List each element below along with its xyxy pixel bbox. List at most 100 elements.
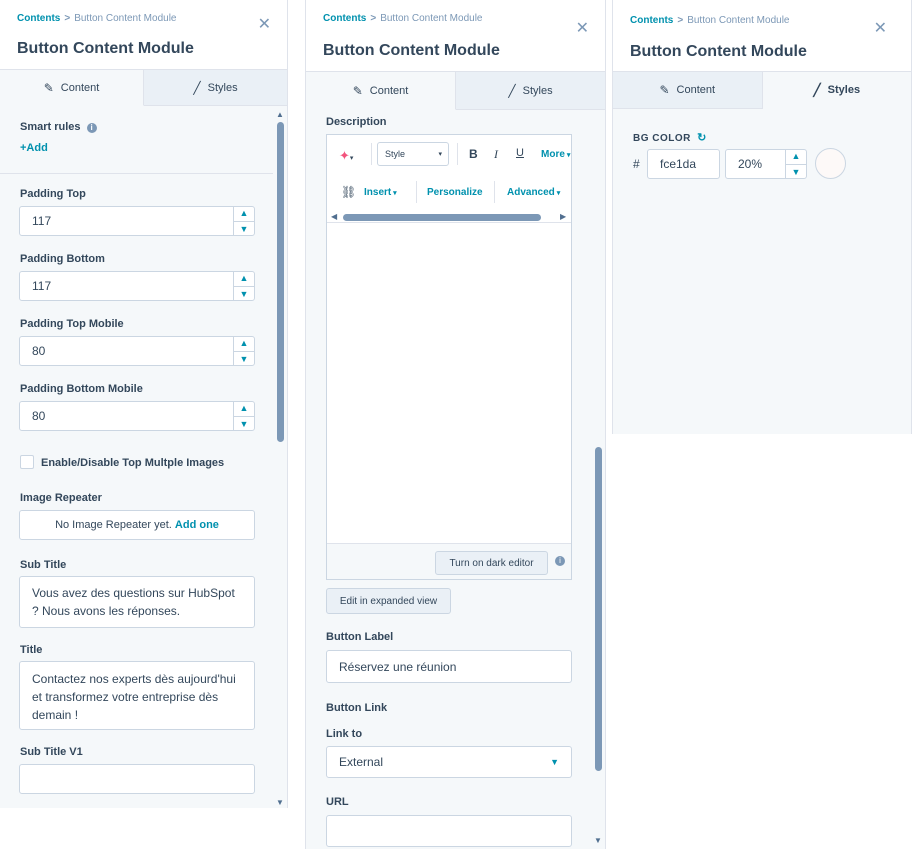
link-to-select[interactable]: External ▼ bbox=[326, 746, 572, 778]
editor-footer: Turn on dark editor i bbox=[327, 543, 571, 579]
chevron-up-icon[interactable]: ▲ bbox=[234, 401, 254, 416]
breadcrumb-contents-link[interactable]: Contents bbox=[17, 13, 60, 24]
scrollbar[interactable]: ▲ ▼ bbox=[275, 110, 284, 808]
chevron-down-icon[interactable]: ▼ bbox=[234, 415, 254, 432]
editor-body[interactable] bbox=[327, 223, 571, 543]
tab-content[interactable]: ✎ Content bbox=[613, 72, 763, 109]
image-repeater-box: No Image Repeater yet. Add one bbox=[19, 510, 255, 540]
top-multiple-images-checkbox[interactable] bbox=[20, 455, 34, 469]
content-panel: Contents > Button Content Module ✕ Button … bbox=[0, 0, 288, 808]
pencil-icon: ✎ bbox=[352, 83, 363, 98]
dark-editor-button[interactable]: Turn on dark editor bbox=[435, 551, 548, 575]
more-menu[interactable]: More ▾ bbox=[541, 149, 570, 160]
scroll-right-icon[interactable]: ▶ bbox=[560, 212, 566, 221]
tab-bar: ✎ Content ╱ Styles bbox=[0, 70, 287, 106]
scrollbar-thumb[interactable] bbox=[595, 447, 602, 771]
personalize-button[interactable]: Personalize bbox=[427, 187, 483, 198]
tab-content-label: Content bbox=[369, 84, 409, 97]
chevron-up-icon[interactable]: ▲ bbox=[234, 336, 254, 351]
tab-content[interactable]: ✎ Content bbox=[0, 70, 144, 106]
close-icon[interactable]: ✕ bbox=[874, 18, 887, 38]
brush-icon: ╱ bbox=[508, 83, 516, 98]
hash-symbol: # bbox=[633, 157, 640, 171]
button-link-label: Button Link bbox=[326, 702, 388, 714]
chevron-down-icon[interactable]: ▼ bbox=[786, 163, 806, 180]
advanced-menu[interactable]: Advanced ▾ bbox=[507, 187, 560, 198]
smart-rules-text: Smart rules bbox=[20, 121, 81, 133]
panel-header: Contents > Button Content Module ✕ Button … bbox=[306, 0, 605, 72]
tab-content[interactable]: ✎ Content bbox=[306, 72, 456, 110]
add-smart-rule-link[interactable]: +Add bbox=[20, 142, 48, 154]
padding-top-mobile-input[interactable]: 80 bbox=[19, 336, 255, 366]
color-swatch[interactable] bbox=[815, 148, 846, 179]
italic-button[interactable]: I bbox=[494, 147, 498, 162]
tab-styles[interactable]: ╱ Styles bbox=[144, 70, 287, 106]
pencil-icon: ✎ bbox=[659, 83, 670, 97]
breadcrumb: Contents > Button Content Module bbox=[630, 15, 789, 26]
caret-down-icon: ▾ bbox=[438, 151, 442, 158]
chevron-down-icon[interactable]: ▼ bbox=[234, 220, 254, 237]
insert-menu[interactable]: Insert ▾ bbox=[364, 187, 397, 198]
hex-color-input[interactable]: fce1da bbox=[647, 149, 720, 179]
sparkle-icon[interactable]: ✦▾ bbox=[339, 148, 353, 164]
link-to-value: External bbox=[339, 755, 384, 769]
info-icon[interactable]: i bbox=[86, 123, 97, 133]
breadcrumb-current: Button Content Module bbox=[687, 15, 790, 26]
breadcrumb: Contents > Button Content Module bbox=[17, 13, 176, 24]
chevron-up-icon[interactable]: ▲ bbox=[234, 206, 254, 221]
tab-styles-label: Styles bbox=[207, 81, 238, 94]
insert-menu-label: Insert bbox=[364, 187, 392, 198]
close-icon[interactable]: ✕ bbox=[258, 14, 271, 34]
expanded-view-button[interactable]: Edit in expanded view bbox=[326, 588, 451, 614]
add-one-link[interactable]: Add one bbox=[175, 519, 219, 531]
chevron-down-icon[interactable]: ▼ bbox=[234, 350, 254, 367]
caret-down-icon: ▼ bbox=[550, 757, 559, 767]
tab-styles-label: Styles bbox=[522, 84, 553, 97]
padding-bottom-input[interactable]: 117 bbox=[19, 271, 255, 301]
tab-styles[interactable]: ╱ Styles bbox=[456, 72, 605, 110]
url-input[interactable] bbox=[326, 815, 572, 847]
scroll-up-icon[interactable]: ▲ bbox=[276, 110, 284, 119]
breadcrumb-separator: > bbox=[370, 13, 377, 24]
style-dropdown[interactable]: Style ▾ bbox=[377, 142, 449, 166]
style-dropdown-value: Style bbox=[385, 149, 406, 159]
padding-bottom-mobile-label: Padding Bottom Mobile bbox=[20, 383, 143, 395]
breadcrumb-current: Button Content Module bbox=[380, 13, 483, 24]
breadcrumb-separator: > bbox=[64, 13, 71, 24]
sub-title-v1-input[interactable] bbox=[19, 764, 255, 794]
url-label: URL bbox=[326, 796, 349, 808]
info-icon[interactable]: i bbox=[555, 556, 565, 566]
underline-button[interactable]: U bbox=[516, 147, 524, 159]
refresh-icon[interactable]: ↻ bbox=[697, 132, 707, 144]
scrollbar-thumb[interactable] bbox=[277, 122, 284, 442]
sub-title-textarea[interactable]: Vous avez des questions sur HubSpot ? No… bbox=[19, 576, 255, 628]
description-label: Description bbox=[326, 116, 387, 128]
padding-top-input[interactable]: 117 bbox=[19, 206, 255, 236]
tab-bar: ✎ Content ╱ Styles bbox=[306, 72, 605, 110]
button-label-input[interactable]: Réservez une réunion bbox=[326, 650, 572, 683]
title-textarea[interactable]: Contactez nos experts dès aujourd'hui et… bbox=[19, 661, 255, 730]
link-icon[interactable]: ⛓ bbox=[341, 185, 356, 199]
button-label-label: Button Label bbox=[326, 631, 394, 643]
scroll-down-icon[interactable]: ▼ bbox=[594, 836, 602, 845]
bg-color-label: BG COLOR ↻ bbox=[633, 131, 707, 144]
scrollbar[interactable]: ▼ bbox=[593, 115, 602, 849]
chevron-down-icon[interactable]: ▼ bbox=[234, 285, 254, 302]
chevron-up-icon[interactable]: ▲ bbox=[786, 149, 806, 164]
bold-button[interactable]: B bbox=[469, 147, 478, 161]
breadcrumb-contents-link[interactable]: Contents bbox=[630, 15, 673, 26]
breadcrumb-contents-link[interactable]: Contents bbox=[323, 13, 366, 24]
horizontal-scrollbar-thumb[interactable] bbox=[343, 214, 541, 221]
close-icon[interactable]: ✕ bbox=[576, 18, 589, 38]
chevron-up-icon[interactable]: ▲ bbox=[234, 271, 254, 286]
panel-header: Contents > Button Content Module ✕ Button … bbox=[0, 0, 287, 70]
link-to-label: Link to bbox=[326, 728, 363, 740]
padding-top-stepper: ▲ ▼ bbox=[233, 206, 254, 236]
image-repeater-label: Image Repeater bbox=[20, 492, 102, 504]
toolbar-separator bbox=[457, 143, 458, 165]
scroll-left-icon[interactable]: ◀ bbox=[331, 212, 337, 221]
padding-bottom-mobile-input[interactable]: 80 bbox=[19, 401, 255, 431]
tab-styles[interactable]: ╱ Styles bbox=[762, 72, 911, 109]
scroll-down-icon[interactable]: ▼ bbox=[276, 798, 284, 807]
panel-header: Contents > Button Content Module ✕ Button … bbox=[613, 0, 911, 72]
